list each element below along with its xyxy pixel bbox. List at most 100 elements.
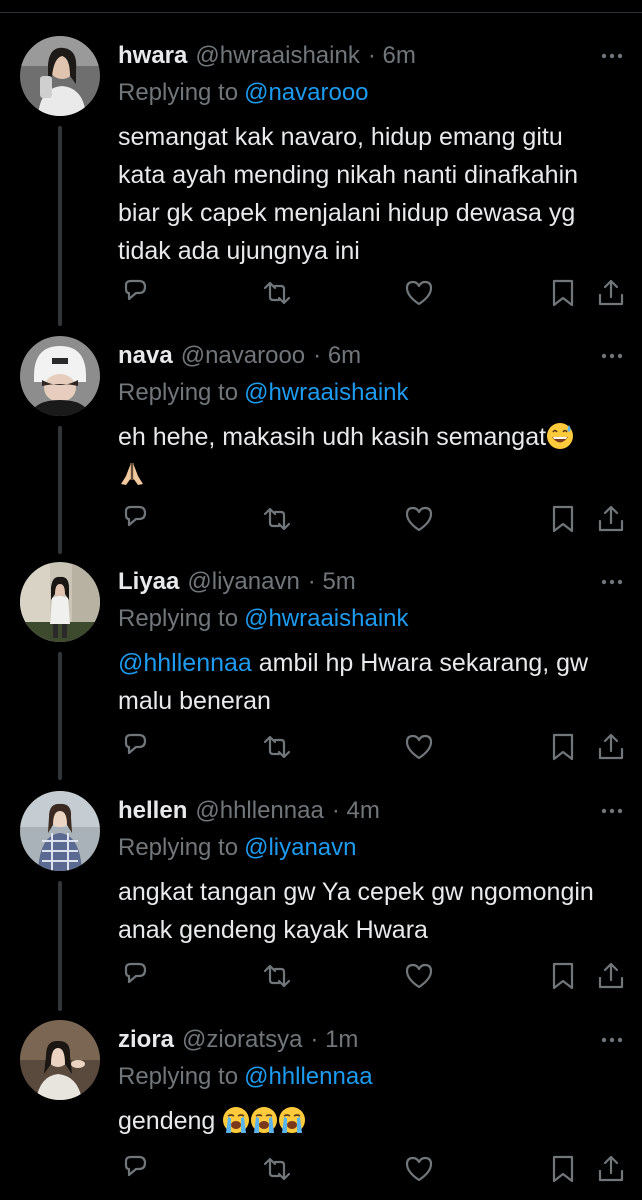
tweet-text-line: malu beneran	[118, 687, 271, 715]
tweet-hellen[interactable]: hellen @hhllennaa · 4m Replying to @liya…	[0, 791, 642, 1011]
replying-to: Replying to @hwraaishaink	[118, 376, 409, 410]
reply-icon[interactable]	[118, 502, 152, 536]
grinning-sweat-emoji	[547, 423, 574, 449]
like-icon[interactable]	[402, 1152, 436, 1186]
body-mention[interactable]: @hhllennaa	[118, 649, 252, 677]
reply-icon[interactable]	[118, 959, 152, 993]
replying-to-mention[interactable]: @liyanavn	[244, 834, 356, 862]
bookmark-icon[interactable]	[546, 959, 580, 993]
share-icon[interactable]	[594, 1152, 628, 1186]
handle[interactable]: @hwraaishaink	[195, 42, 359, 70]
tweet-actions	[118, 502, 628, 538]
bookmark-icon[interactable]	[546, 276, 580, 310]
tweet-nava[interactable]: nava @navarooo · 6m Replying to @hwraais…	[0, 336, 642, 554]
reply-icon[interactable]	[118, 1152, 152, 1186]
tweet-text-content: eh hehe, makasih udh kasih semangat	[118, 423, 547, 451]
thread-line	[58, 126, 62, 326]
like-icon[interactable]	[402, 502, 436, 536]
tweet-ziora[interactable]: ziora @zioratsya · 1m Replying to @hhlle…	[0, 1020, 642, 1200]
tweet-text-line: kata ayah mending nikah nanti dinafkahin	[118, 161, 579, 189]
top-divider	[0, 12, 642, 13]
more-icon[interactable]	[596, 40, 628, 72]
replying-to-mention[interactable]: @hwraaishaink	[244, 605, 408, 633]
tweet-text-line: eh hehe, makasih udh kasih semangat	[118, 418, 628, 456]
avatar[interactable]	[20, 791, 100, 871]
tweet-text-line	[118, 456, 628, 494]
share-icon[interactable]	[594, 730, 628, 764]
replying-to-label: Replying to	[118, 379, 239, 406]
avatar[interactable]	[20, 562, 100, 642]
tweet-actions	[118, 730, 628, 766]
share-icon[interactable]	[594, 276, 628, 310]
tweet-text-line: @hhllennaa ambil hp Hwara sekarang, gw	[118, 644, 628, 682]
thread-line	[58, 652, 62, 780]
handle[interactable]: @navarooo	[181, 342, 305, 370]
tweet-text: eh hehe, makasih udh kasih semangat	[118, 418, 628, 494]
retweet-icon[interactable]	[260, 730, 294, 764]
tweet-header: nava @navarooo · 6m	[118, 336, 361, 376]
tweet-actions	[118, 1152, 628, 1188]
retweet-icon[interactable]	[260, 959, 294, 993]
reply-icon[interactable]	[118, 730, 152, 764]
tweet-text-line: tidak ada ujungnya ini	[118, 237, 360, 265]
tweet-text-line: semangat kak navaro, hidup emang gitu	[118, 123, 563, 151]
retweet-icon[interactable]	[260, 502, 294, 536]
retweet-icon[interactable]	[260, 1152, 294, 1186]
replying-to-mention[interactable]: @navarooo	[244, 79, 368, 107]
bookmark-icon[interactable]	[546, 730, 580, 764]
reply-icon[interactable]	[118, 276, 152, 310]
timestamp[interactable]: · 6m	[313, 342, 361, 370]
like-icon[interactable]	[402, 276, 436, 310]
display-name[interactable]: nava	[118, 342, 173, 370]
replying-to: Replying to @navarooo	[118, 76, 369, 110]
tweet-actions	[118, 959, 628, 995]
tweet-header: hellen @hhllennaa · 4m	[118, 791, 380, 831]
tweet-text-content: ambil hp Hwara sekarang, gw	[258, 649, 589, 677]
loudly-crying-emoji	[223, 1107, 250, 1133]
retweet-icon[interactable]	[260, 276, 294, 310]
tweet-text-line: gendeng	[118, 1102, 628, 1140]
folded-hands-emoji	[121, 463, 143, 485]
like-icon[interactable]	[402, 959, 436, 993]
replying-to: Replying to @hhllennaa	[118, 1060, 373, 1094]
more-icon[interactable]	[596, 795, 628, 827]
more-icon[interactable]	[596, 566, 628, 598]
display-name[interactable]: hwara	[118, 42, 187, 70]
more-icon[interactable]	[596, 340, 628, 372]
avatar[interactable]	[20, 336, 100, 416]
avatar[interactable]	[20, 1020, 100, 1100]
tweet-text-line: anak gendeng kayak Hwara	[118, 916, 428, 944]
more-icon[interactable]	[596, 1024, 628, 1056]
display-name[interactable]: ziora	[118, 1026, 174, 1054]
timestamp[interactable]: · 1m	[310, 1026, 358, 1054]
replying-to-mention[interactable]: @hhllennaa	[244, 1063, 372, 1091]
replying-to-label: Replying to	[118, 79, 239, 106]
bookmark-icon[interactable]	[546, 502, 580, 536]
share-icon[interactable]	[594, 959, 628, 993]
bookmark-icon[interactable]	[546, 1152, 580, 1186]
avatar[interactable]	[20, 36, 100, 116]
tweet-liyaa[interactable]: Liyaa @liyanavn · 5m Replying to @hwraai…	[0, 562, 642, 780]
display-name[interactable]: Liyaa	[118, 568, 179, 596]
thread-line	[58, 881, 62, 1011]
handle[interactable]: @hhllennaa	[195, 797, 323, 825]
replying-to-label: Replying to	[118, 834, 239, 861]
tweet-text-content: gendeng	[118, 1107, 216, 1135]
like-icon[interactable]	[402, 730, 436, 764]
tweet-text: gendeng	[118, 1102, 628, 1140]
tweet-hwara[interactable]: hwara @hwraaishaink · 6m Replying to @na…	[0, 36, 642, 326]
thread-line	[58, 426, 62, 554]
replying-to-label: Replying to	[118, 1063, 239, 1090]
replying-to-mention[interactable]: @hwraaishaink	[244, 379, 408, 407]
handle[interactable]: @liyanavn	[187, 568, 299, 596]
timestamp[interactable]: · 6m	[368, 42, 416, 70]
tweet-header: ziora @zioratsya · 1m	[118, 1020, 358, 1060]
replying-to-label: Replying to	[118, 605, 239, 632]
share-icon[interactable]	[594, 502, 628, 536]
handle[interactable]: @zioratsya	[182, 1026, 302, 1054]
replying-to: Replying to @hwraaishaink	[118, 602, 409, 636]
timestamp[interactable]: · 5m	[308, 568, 356, 596]
tweet-actions	[118, 276, 628, 312]
timestamp[interactable]: · 4m	[332, 797, 380, 825]
display-name[interactable]: hellen	[118, 797, 187, 825]
